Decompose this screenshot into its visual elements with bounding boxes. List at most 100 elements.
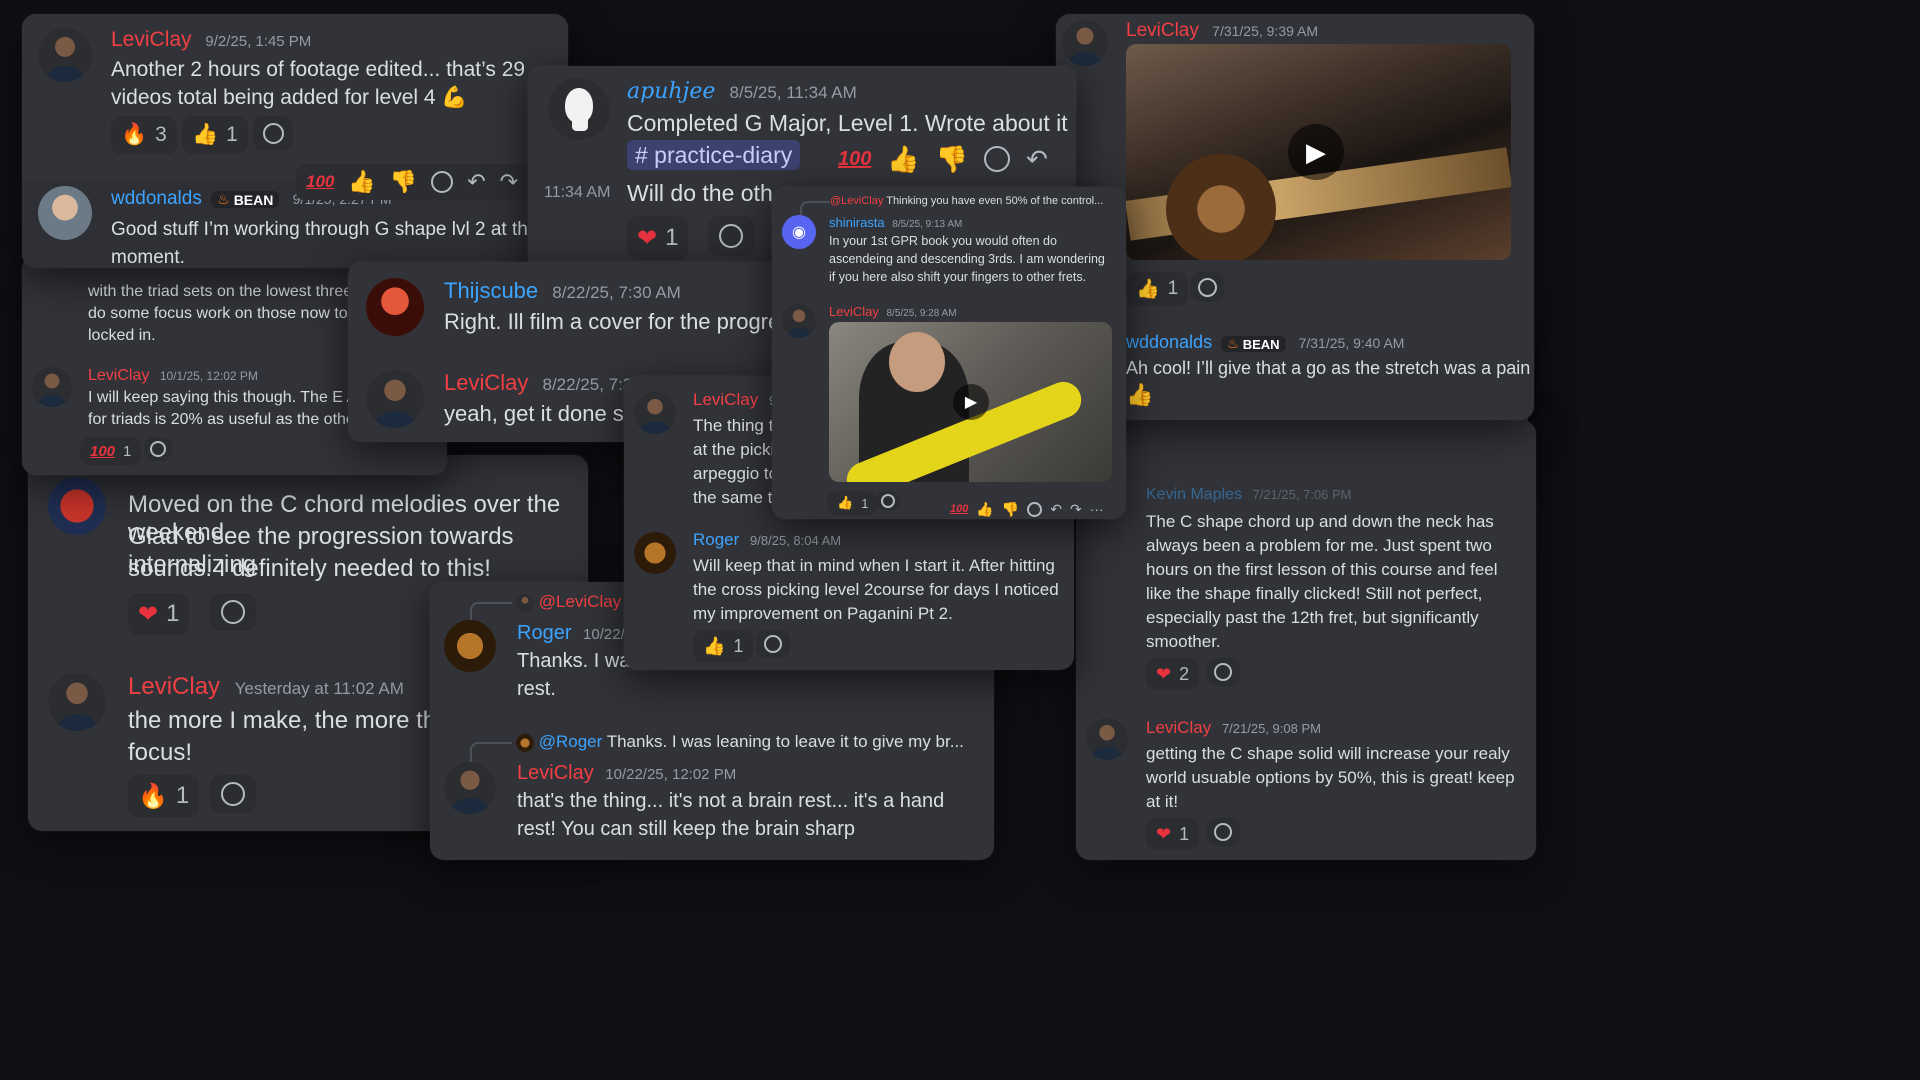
avatar — [1086, 718, 1128, 760]
reaction-hundred[interactable]: 100 1 — [80, 437, 142, 465]
hundred-icon[interactable]: 100 — [838, 148, 871, 171]
username[interactable]: shinirasta — [829, 215, 885, 230]
reaction-thumbs-up[interactable]: 👍1 — [1126, 272, 1189, 306]
play-icon[interactable]: ▶ — [953, 384, 989, 420]
reaction-thumbs-up[interactable]: 👍1 — [182, 116, 248, 154]
heart-icon: ❤ — [1156, 823, 1172, 844]
forward-icon[interactable]: ↷ — [500, 169, 518, 195]
username[interactable]: LeviClay — [128, 673, 220, 700]
avatar — [548, 78, 610, 140]
add-reaction-button[interactable] — [756, 630, 790, 658]
timestamp: 8/22/25, 7:30 AM — [552, 283, 681, 302]
reaction-heart[interactable]: ❤ 1 — [1146, 818, 1200, 850]
username[interactable]: LeviClay — [829, 304, 879, 319]
reply-reference[interactable]: @LeviClay Thinking you have even 50% of … — [830, 195, 1103, 207]
username[interactable]: LeviClay — [693, 390, 758, 409]
timestamp: 8/5/25, 9:13 AM — [892, 219, 963, 230]
thumbs-up-icon: 👍 — [837, 495, 854, 510]
heart-icon: ❤ — [1156, 663, 1172, 684]
add-reaction-button[interactable] — [1206, 658, 1240, 686]
video-thumbnail[interactable]: ▶ — [829, 322, 1112, 482]
channel-mention-practice-diary[interactable]: # practice-diary — [627, 140, 801, 170]
add-reaction-button[interactable] — [144, 437, 172, 461]
fire-icon: 🔥 — [121, 123, 148, 146]
timestamp: 7/31/25, 9:39 AM — [1212, 23, 1319, 39]
reaction-fire[interactable]: 🔥 3 — [111, 116, 177, 154]
username[interactable]: apuhjee — [627, 79, 715, 104]
add-reaction-icon[interactable] — [1027, 501, 1043, 517]
reaction-fire[interactable]: 🔥 1 — [128, 775, 200, 817]
thumbs-up-icon[interactable]: 👍 — [976, 501, 993, 518]
timestamp: 11:34 AM — [544, 184, 611, 201]
thumbs-down-icon[interactable]: 👎 — [390, 169, 417, 195]
reply-icon[interactable]: ↶ — [1026, 144, 1048, 175]
reply-icon[interactable]: ↶ — [467, 169, 485, 195]
message-text: Ah cool! I’ll give that a go as the stre… — [1126, 358, 1531, 378]
hundred-icon[interactable]: 100 — [950, 503, 968, 515]
more-options-icon[interactable]: ··· — [1090, 501, 1104, 517]
timestamp: 8/5/25, 11:34 AM — [729, 83, 857, 102]
fire-icon: 🔥 — [138, 782, 168, 810]
reaction-thumbs-up[interactable]: 👍1 — [693, 630, 754, 662]
smiley-icon — [881, 494, 895, 508]
reply-reference[interactable]: @Roger Thanks. I was leaning to leave it… — [516, 732, 964, 752]
username[interactable]: LeviClay — [517, 762, 594, 784]
reaction-heart[interactable]: ❤ 1 — [128, 593, 190, 635]
add-reaction-button[interactable] — [210, 775, 256, 813]
forward-icon[interactable]: ↷ — [1070, 501, 1082, 518]
video-thumbnail[interactable]: ▶ — [1126, 44, 1511, 260]
hundred-icon[interactable]: 100 — [306, 172, 334, 192]
reply-reference[interactable]: @LeviClay — [516, 592, 621, 612]
reaction-heart[interactable]: ❤ 1 — [627, 216, 689, 260]
thumbs-up-icon[interactable]: 👍 — [887, 144, 919, 175]
avatar — [1062, 20, 1108, 66]
username[interactable]: wddonalds — [1126, 332, 1212, 352]
username[interactable]: LeviClay — [88, 367, 149, 384]
message-text: rest. — [517, 678, 556, 700]
thumbs-up-icon: 👍 — [192, 123, 219, 146]
message-action-toolbar: 100 👍 👎 ↶ ↷ ··· — [950, 499, 1126, 519]
thumbs-up-icon[interactable]: 👍 — [348, 169, 375, 195]
timestamp: 9/2/25, 1:45 PM — [205, 33, 312, 50]
heart-icon: ❤ — [637, 224, 658, 252]
avatar — [444, 762, 496, 814]
smiley-icon — [221, 600, 245, 624]
username[interactable]: LeviClay — [444, 370, 528, 395]
username[interactable]: wddonalds — [111, 188, 202, 209]
message-text: The C shape chord up and down the neck h… — [1146, 512, 1498, 651]
thumbs-down-icon[interactable]: 👎 — [936, 144, 968, 175]
reaction-thumbs-up[interactable]: 👍1 — [827, 491, 879, 515]
message-card-video-cool: LeviClay 7/31/25, 9:39 AM ▶ 👍 1 wddonalds… — [1056, 14, 1534, 420]
add-reaction-button[interactable] — [1190, 272, 1224, 302]
timestamp: 10/1/25, 12:02 PM — [159, 369, 258, 383]
reaction-heart[interactable]: ❤ 2 — [1146, 658, 1200, 690]
add-reaction-button[interactable] — [210, 593, 256, 631]
heart-icon: ❤ — [138, 600, 159, 628]
username[interactable]: LeviClay — [1126, 20, 1199, 41]
message-text: I will keep saying this though. The E A … — [88, 389, 373, 428]
flame-icon: ♨ — [217, 191, 230, 207]
add-reaction-button[interactable] — [1206, 818, 1240, 846]
add-reaction-icon[interactable] — [431, 171, 454, 193]
thumbs-down-icon[interactable]: 👎 — [1002, 501, 1019, 518]
smiley-icon — [1214, 823, 1232, 841]
thumbs-up-icon: 👍 — [1136, 279, 1160, 300]
add-reaction-button[interactable] — [253, 116, 293, 150]
timestamp: Yesterday at 11:02 AM — [234, 679, 404, 698]
username[interactable]: LeviClay — [111, 28, 192, 51]
avatar — [516, 593, 534, 612]
username[interactable]: LeviClay — [1146, 718, 1211, 737]
username[interactable]: Kevin Maples — [1146, 486, 1242, 503]
play-icon[interactable]: ▶ — [1288, 124, 1344, 180]
timestamp: 10/22/ — [583, 626, 625, 643]
add-reaction-icon[interactable] — [984, 146, 1011, 172]
add-reaction-button[interactable] — [708, 216, 754, 256]
add-reaction-button[interactable] — [876, 491, 900, 511]
message-text: with the triad sets on the lowest three … — [88, 283, 370, 344]
username[interactable]: Thijscube — [444, 278, 538, 303]
username[interactable]: Roger — [517, 622, 571, 644]
message-text: Will keep that in mind when I start it. … — [693, 556, 1059, 623]
username[interactable]: Roger — [693, 530, 739, 549]
discord-logo-icon: ◉ — [782, 215, 816, 249]
reply-icon[interactable]: ↶ — [1050, 501, 1062, 518]
